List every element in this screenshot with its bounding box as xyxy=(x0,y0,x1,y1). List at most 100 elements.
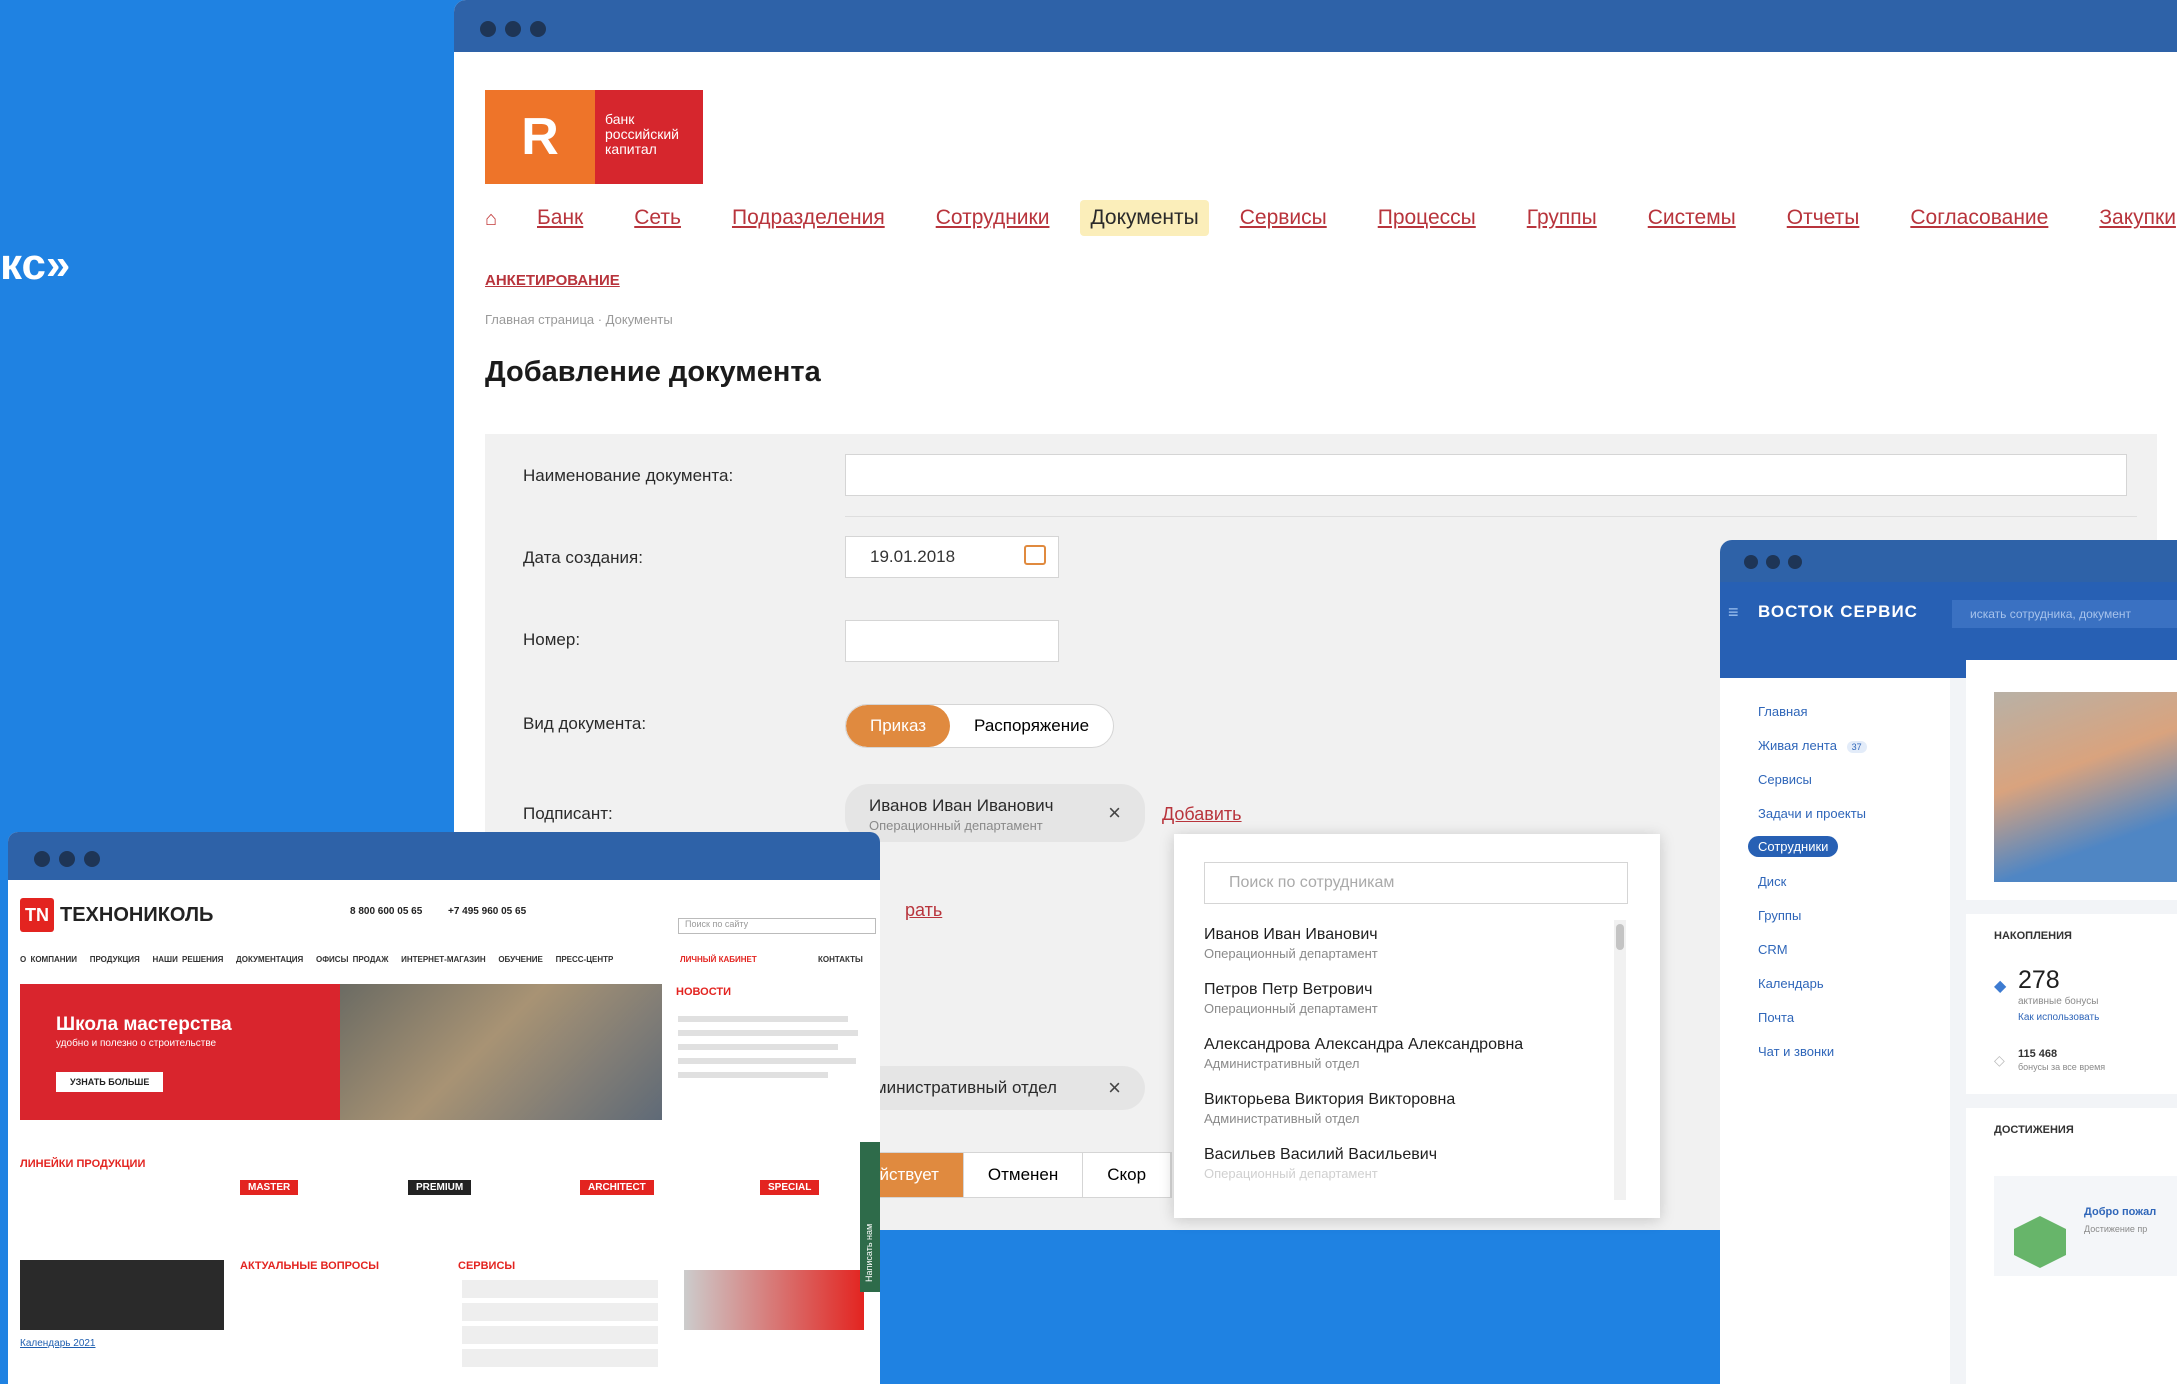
nav-item-bank[interactable]: Банк xyxy=(527,200,593,236)
doc-type-directive[interactable]: Распоряжение xyxy=(950,705,1113,747)
top-menu: О КОМПАНИИ ПРОДУКЦИЯ НАШИ РЕШЕНИЯ ДОКУМЕ… xyxy=(20,955,613,964)
service-row[interactable] xyxy=(462,1326,658,1344)
technonicol-logo[interactable]: TN ТЕХНОНИКОЛЬ xyxy=(20,898,213,932)
remove-dept-icon[interactable]: × xyxy=(1108,1075,1121,1101)
nav-item-employees[interactable]: Сотрудники xyxy=(926,200,1060,236)
news-line[interactable] xyxy=(678,1058,856,1064)
subnav-link[interactable]: АНКЕТИРОВАНИЕ xyxy=(485,272,620,289)
menu-item[interactable]: ПРЕСС-ЦЕНТР xyxy=(556,955,614,964)
dropdown-scrollbar[interactable] xyxy=(1614,920,1626,1200)
banner-button[interactable]: УЗНАТЬ БОЛЬШЕ xyxy=(56,1072,164,1092)
line-badge-master[interactable]: MASTER xyxy=(240,1180,299,1195)
dept-chip-label: дминистративный отдел xyxy=(865,1078,1057,1097)
line-badge-special[interactable]: SPECIAL xyxy=(760,1180,820,1195)
phone-2[interactable]: +7 495 960 05 65 xyxy=(448,906,526,917)
service-row[interactable] xyxy=(462,1303,658,1321)
sidebar-item-groups[interactable]: Группы xyxy=(1758,908,1801,923)
menu-item[interactable]: ОФИСЫ ПРОДАЖ xyxy=(316,955,388,964)
list-item[interactable]: Александрова Александра Александровна Адм… xyxy=(1204,1036,1523,1091)
site-search-input[interactable]: Поиск по сайту xyxy=(678,918,876,934)
truck-image[interactable] xyxy=(684,1270,864,1330)
news-line[interactable] xyxy=(678,1016,848,1022)
maximize-dot-icon[interactable] xyxy=(530,21,546,37)
portal-search-input[interactable]: искать сотрудника, документ xyxy=(1952,600,2177,628)
employee-avatar[interactable] xyxy=(1994,692,2177,882)
maximize-dot-icon[interactable] xyxy=(1788,555,1802,569)
nav-item-approval[interactable]: Согласование xyxy=(1900,200,2058,236)
nav-item-processes[interactable]: Процессы xyxy=(1368,200,1486,236)
write-us-side-tab[interactable]: Написать нам xyxy=(860,1142,880,1292)
remove-signer-icon[interactable]: × xyxy=(1108,800,1121,826)
sidebar-item-feed[interactable]: Живая лента 37 xyxy=(1758,738,1867,753)
sidebar-item-calendar[interactable]: Календарь xyxy=(1758,976,1824,991)
number-input[interactable] xyxy=(845,620,1059,662)
nav-item-services[interactable]: Сервисы xyxy=(1230,200,1337,236)
achievement-item[interactable]: Добро пожал Достижение пр xyxy=(1994,1176,2177,1276)
menu-item[interactable]: ИНТЕРНЕТ-МАГАЗИН xyxy=(401,955,486,964)
contacts-link[interactable]: КОНТАКТЫ xyxy=(818,955,863,964)
sidebar-item-disk[interactable]: Диск xyxy=(1758,874,1786,889)
bank-logo[interactable]: R банк российский капитал xyxy=(485,90,703,184)
date-input[interactable]: 19.01.2018 xyxy=(845,536,1059,578)
sidebar-item-mail[interactable]: Почта xyxy=(1758,1010,1794,1025)
bonus-how-to-link[interactable]: Как использовать xyxy=(2018,1012,2099,1023)
partial-link[interactable]: рать xyxy=(905,900,942,921)
signer-name: Иванов Иван Иванович xyxy=(869,796,1054,815)
sidebar-item-services[interactable]: Сервисы xyxy=(1758,772,1812,787)
nav-item-purchases[interactable]: Закупки xyxy=(2089,200,2177,236)
home-icon[interactable]: ⌂ xyxy=(485,208,505,230)
nav-item-groups[interactable]: Группы xyxy=(1517,200,1607,236)
menu-item[interactable]: ПРОДУКЦИЯ xyxy=(90,955,140,964)
line-badge-architect[interactable]: ARCHITECT xyxy=(580,1180,654,1195)
cabinet-link[interactable]: ЛИЧНЫЙ КАБИНЕТ xyxy=(680,955,757,964)
city-promo-image[interactable] xyxy=(20,1260,224,1330)
list-item[interactable]: Иванов Иван Иванович Операционный департа… xyxy=(1204,926,1523,981)
doc-name-input[interactable] xyxy=(845,454,2127,496)
banner-title: Школа мастерства xyxy=(56,1014,232,1035)
menu-icon[interactable]: ≡ xyxy=(1728,602,1739,623)
savings-title: НАКОПЛЕНИЯ xyxy=(1994,930,2072,942)
close-dot-icon[interactable] xyxy=(1744,555,1758,569)
nav-item-documents[interactable]: Документы xyxy=(1080,200,1209,236)
line-badge-premium[interactable]: PREMIUM xyxy=(408,1180,472,1195)
minimize-dot-icon[interactable] xyxy=(59,851,75,867)
list-item[interactable]: Васильев Василий Васильевич Операционный … xyxy=(1204,1146,1523,1201)
list-item[interactable]: Петров Петр Ветрович Операционный департа… xyxy=(1204,981,1523,1036)
calendar-icon[interactable] xyxy=(1024,545,1046,565)
menu-item[interactable]: ДОКУМЕНТАЦИЯ xyxy=(236,955,303,964)
maximize-dot-icon[interactable] xyxy=(84,851,100,867)
service-row[interactable] xyxy=(462,1280,658,1298)
status-soon[interactable]: Скор xyxy=(1083,1153,1172,1197)
portal-logo[interactable]: ВОСТОК СЕРВИС xyxy=(1758,602,1918,622)
menu-item[interactable]: НАШИ РЕШЕНИЯ xyxy=(152,955,223,964)
sidebar-item-tasks[interactable]: Задачи и проекты xyxy=(1758,806,1866,821)
service-row[interactable] xyxy=(462,1349,658,1367)
employee-search-input[interactable]: Поиск по сотрудникам xyxy=(1204,862,1628,904)
sidebar-item-employees[interactable]: Сотрудники xyxy=(1748,836,1839,857)
nav-item-network[interactable]: Сеть xyxy=(624,200,691,236)
scrollbar-thumb[interactable] xyxy=(1616,924,1624,950)
add-signer-link[interactable]: Добавить xyxy=(1162,804,1242,825)
employee-list: Иванов Иван Иванович Операционный департа… xyxy=(1204,926,1523,1201)
phone-1[interactable]: 8 800 600 05 65 xyxy=(350,906,422,917)
sidebar-item-home[interactable]: Главная xyxy=(1758,704,1807,719)
news-line[interactable] xyxy=(678,1030,858,1036)
promo-banner[interactable]: Школа мастерства удобно и полезно о стро… xyxy=(20,984,340,1120)
doc-type-order[interactable]: Приказ xyxy=(846,705,951,747)
menu-item[interactable]: О КОМПАНИИ xyxy=(20,955,77,964)
sidebar-item-chat[interactable]: Чат и звонки xyxy=(1758,1044,1834,1059)
calendar-link[interactable]: Календарь 2021 xyxy=(20,1338,96,1349)
minimize-dot-icon[interactable] xyxy=(1766,555,1780,569)
nav-item-reports[interactable]: Отчеты xyxy=(1777,200,1870,236)
status-cancelled[interactable]: Отменен xyxy=(964,1153,1084,1197)
news-line[interactable] xyxy=(678,1072,828,1078)
list-item[interactable]: Викторьева Виктория Викторовна Администра… xyxy=(1204,1091,1523,1146)
nav-item-systems[interactable]: Системы xyxy=(1638,200,1746,236)
minimize-dot-icon[interactable] xyxy=(505,21,521,37)
menu-item[interactable]: ОБУЧЕНИЕ xyxy=(498,955,543,964)
sidebar-item-crm[interactable]: CRM xyxy=(1758,942,1788,957)
nav-item-divisions[interactable]: Подразделения xyxy=(722,200,895,236)
news-line[interactable] xyxy=(678,1044,838,1050)
close-dot-icon[interactable] xyxy=(34,851,50,867)
close-dot-icon[interactable] xyxy=(480,21,496,37)
